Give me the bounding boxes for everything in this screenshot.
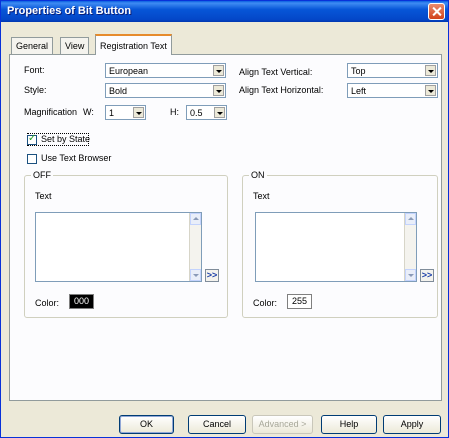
off-more-button[interactable]: >> (205, 269, 219, 282)
scroll-up-icon[interactable] (405, 213, 416, 225)
chevron-down-icon[interactable] (425, 85, 436, 96)
align-horizontal-label: Align Text Horizontal: (239, 85, 324, 95)
use-text-browser-checkbox[interactable] (27, 154, 37, 164)
use-text-browser-label[interactable]: Use Text Browser (41, 153, 111, 163)
magnification-h-label: H: (170, 107, 179, 117)
tab-registration-text[interactable]: Registration Text (95, 34, 172, 55)
close-icon[interactable] (428, 3, 445, 20)
magnification-w-label: W: (83, 107, 94, 117)
on-group-title: ON (249, 170, 267, 180)
tab-general[interactable]: General (11, 37, 54, 54)
ok-button[interactable]: OK (119, 415, 174, 434)
title-bar[interactable]: Properties of Bit Button (1, 1, 448, 22)
off-color-label: Color: (35, 298, 60, 308)
tab-view[interactable]: View (60, 37, 90, 54)
align-vertical-select[interactable]: Top (347, 63, 438, 78)
magnification-h-value: 0.5 (190, 108, 203, 118)
set-by-state-checkbox[interactable] (27, 133, 37, 145)
off-text-label: Text (35, 191, 52, 201)
help-button[interactable]: Help (321, 415, 377, 434)
tab-panel: Font: European Style: Bold Magnification… (9, 54, 442, 401)
cancel-button[interactable]: Cancel (188, 415, 246, 434)
set-by-state-label[interactable]: Set by State (41, 134, 90, 144)
off-group: OFF Text >> Color: 000 (24, 170, 228, 318)
scroll-up-icon[interactable] (190, 213, 201, 225)
magnification-label: Magnification (24, 107, 78, 117)
font-value: European (109, 66, 149, 76)
align-vertical-label: Align Text Vertical: (239, 67, 313, 77)
align-vertical-value: Top (351, 66, 366, 76)
window-title: Properties of Bit Button (7, 5, 132, 17)
off-text-input[interactable] (35, 212, 202, 282)
advanced-button[interactable]: Advanced > (252, 415, 313, 434)
chevron-down-icon[interactable] (133, 107, 144, 118)
off-scrollbar[interactable] (189, 213, 201, 281)
apply-button[interactable]: Apply (383, 415, 441, 434)
magnification-w-value: 1 (109, 108, 115, 118)
chevron-down-icon[interactable] (213, 85, 224, 96)
on-color-swatch[interactable]: 255 (287, 294, 312, 309)
style-label: Style: (24, 85, 47, 95)
properties-dialog: Properties of Bit Button General View Re… (0, 0, 449, 438)
scroll-down-icon[interactable] (190, 269, 201, 281)
on-text-input[interactable] (255, 212, 417, 282)
on-color-label: Color: (253, 298, 278, 308)
font-label: Font: (24, 65, 45, 75)
chevron-down-icon[interactable] (213, 65, 224, 76)
on-more-button[interactable]: >> (420, 269, 434, 282)
magnification-h-select[interactable]: 0.5 (186, 105, 227, 120)
chevron-down-icon[interactable] (214, 107, 225, 118)
off-color-swatch[interactable]: 000 (69, 294, 94, 309)
magnification-w-select[interactable]: 1 (105, 105, 146, 120)
style-value: Bold (109, 86, 128, 96)
off-group-title: OFF (31, 170, 53, 180)
on-text-label: Text (253, 191, 270, 201)
align-horizontal-value: Left (351, 86, 367, 96)
on-group: ON Text >> Color: 255 (242, 170, 438, 318)
chevron-down-icon[interactable] (425, 65, 436, 76)
font-select[interactable]: European (105, 63, 226, 78)
style-select[interactable]: Bold (105, 83, 226, 98)
on-scrollbar[interactable] (404, 213, 416, 281)
scroll-down-icon[interactable] (405, 269, 416, 281)
align-horizontal-select[interactable]: Left (347, 83, 438, 98)
